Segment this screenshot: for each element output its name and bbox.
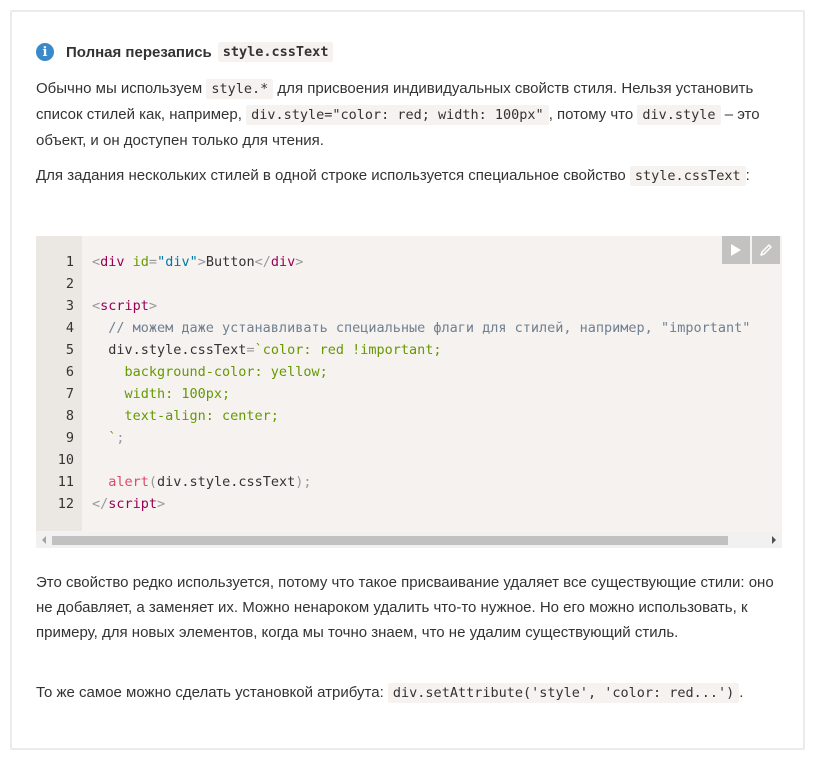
code-example: 1 2 3 4 5 6 7 8 9 10 11 12 <div id="div"… [36,236,782,548]
code-token: ; [303,474,312,490]
scroll-left-arrow-icon[interactable] [36,532,52,548]
inline-code: style.cssText [629,166,746,186]
line-number: 5 [65,342,74,358]
line-number: 8 [65,408,74,424]
text: То же самое можно сделать установкой атр… [36,684,388,701]
code-token: < [92,298,101,314]
code-token: > [197,254,206,270]
inline-code: div.style [637,105,721,125]
code-line-1: <div id="div">Button</div> [92,251,303,273]
code-token: ; [116,430,125,446]
code-token: ` [92,430,117,446]
text: : [745,167,750,184]
line-number: 2 [65,276,74,292]
run-button[interactable] [722,236,750,264]
code-line-9: `; [92,427,125,449]
pencil-icon [760,244,772,256]
code-token: `color: red !important; [254,342,442,358]
code-token: div.style.cssText [92,342,247,358]
panel-title: Полная перезапись [66,43,212,61]
line-number: 9 [65,430,74,446]
text: . [739,684,744,701]
text: Для задания нескольких стилей в одной ст… [36,167,630,184]
code-token: = [246,342,255,358]
code-token: > [157,496,166,512]
line-number: 6 [65,364,74,380]
scroll-right-arrow-icon[interactable] [766,532,782,548]
code-token: Button [205,254,255,270]
paragraph-1: Обычно мы используем style.* для присвое… [36,76,788,153]
title-code: style.cssText [217,42,334,62]
panel-header: i Полная перезапись style.cssText [36,40,334,64]
code-token: alert [108,474,149,490]
play-icon [731,244,741,256]
edit-button[interactable] [752,236,780,264]
line-number: 12 [57,496,74,512]
code-token: div [270,254,296,270]
info-icon: i [36,43,54,61]
line-number: 3 [65,298,74,314]
code-token: "div" [157,254,198,270]
code-token: div.style.cssText [157,474,296,490]
code-line-7: width: 100px; [92,386,231,402]
horizontal-scrollbar[interactable] [36,532,782,548]
code-token: = [148,254,158,270]
code-token: </ [254,254,271,270]
code-line-3: <script> [92,295,157,317]
code-token: div [100,254,125,270]
text: Обычно мы используем [36,80,207,97]
inline-code: style.* [206,79,274,99]
inline-code: div.setAttribute('style', 'color: red...… [387,683,740,703]
code-token: id [124,254,149,270]
info-panel: i Полная перезапись style.cssText Обычно… [10,10,805,750]
paragraph-4: То же самое можно сделать установкой атр… [36,680,788,706]
code-line-12: </script> [92,493,165,515]
line-number: 10 [57,452,74,468]
code-token: ( [148,474,158,490]
code-line-5: div.style.cssText=`color: red !important… [92,339,442,361]
line-number: 4 [65,320,74,336]
scrollbar-thumb[interactable] [52,536,728,545]
inline-code: div.style="color: red; width: 100px" [246,105,549,125]
code-line-11: alert(div.style.cssText); [92,471,312,493]
paragraph-2: Для задания нескольких стилей в одной ст… [36,163,788,189]
text: , потому что [548,106,638,123]
code-token: script [100,298,149,314]
line-number-gutter: 1 2 3 4 5 6 7 8 9 10 11 12 [36,236,82,531]
code-token: > [295,254,304,270]
paragraph-3: Это свойство редко используется, потому … [36,574,774,641]
code-token: < [92,254,101,270]
code-line-4: // можем даже устанавливать специальные … [92,320,751,336]
code-token: > [148,298,158,314]
code-line-8: text-align: center; [92,408,279,424]
line-number: 7 [65,386,74,402]
line-number: 11 [57,474,74,490]
code-token: </ [92,496,109,512]
line-number: 1 [65,254,74,270]
code-token: script [108,496,158,512]
code-line-6: background-color: yellow; [92,364,328,380]
